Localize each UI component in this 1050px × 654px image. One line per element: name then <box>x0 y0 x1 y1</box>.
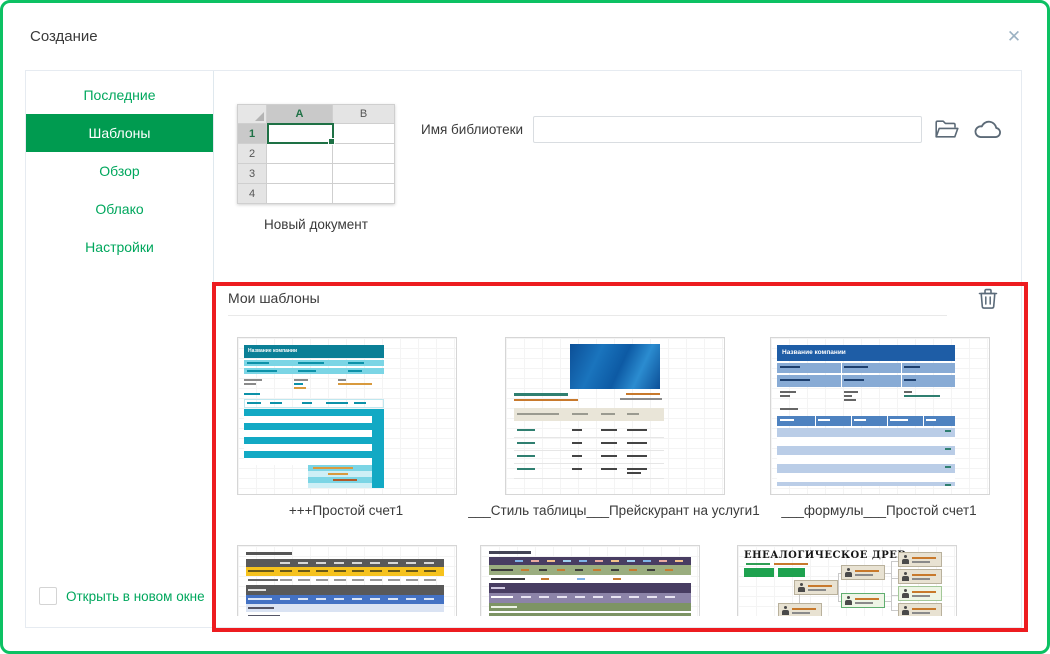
sidebar-item-recent[interactable]: Последние <box>26 76 213 114</box>
cell <box>267 184 333 204</box>
cell <box>267 164 333 184</box>
template-card-formulas-invoice[interactable]: Название компании <box>770 337 990 495</box>
cell <box>333 164 395 184</box>
new-document-thumbnail[interactable]: A B 1 2 3 4 <box>237 104 395 204</box>
my-templates-title: Мои шаблоны <box>228 290 320 306</box>
selected-cell-a1 <box>267 123 334 144</box>
cloud-icon[interactable] <box>972 117 1002 141</box>
template-thumbnail-art <box>481 546 699 616</box>
column-header-b: B <box>333 104 395 124</box>
cell <box>333 144 395 164</box>
new-document-label: Новый документ <box>237 217 395 232</box>
cell <box>267 144 333 164</box>
template-card-budget-purple[interactable] <box>480 545 700 616</box>
column-header-a: A <box>267 104 333 124</box>
template-thumbnail-art: Название компании <box>771 338 989 494</box>
sidebar-item-browse[interactable]: Обзор <box>26 152 213 190</box>
templates-row-2: ЕНЕАЛОГИЧЕСКОЕ ДРЕВ <box>213 545 1025 616</box>
trash-icon[interactable] <box>977 285 999 311</box>
thumbnail-header-text: Название компании <box>244 345 384 358</box>
template-name: ___формулы___Простой счет1 <box>769 503 989 523</box>
folder-icon[interactable] <box>934 118 960 140</box>
template-card-budget-yellow[interactable] <box>237 545 457 616</box>
row-header-1: 1 <box>237 124 267 144</box>
library-name-label: Имя библиотеки <box>421 122 523 137</box>
template-thumbnail-art <box>238 546 456 616</box>
template-card-price-list[interactable] <box>505 337 725 495</box>
section-divider <box>228 315 947 316</box>
select-all-corner <box>237 104 267 124</box>
sidebar-item-settings[interactable]: Настройки <box>26 228 213 266</box>
sidebar: Последние Шаблоны Обзор Облако Настройки… <box>26 71 214 627</box>
template-name: ___Стиль таблицы___Прейскурант на услуги… <box>444 503 784 523</box>
template-thumbnail-art <box>506 338 724 494</box>
thumbnail-header-text: Название компании <box>777 345 955 361</box>
sidebar-item-templates[interactable]: Шаблоны <box>26 114 213 152</box>
template-thumbnail-art: ЕНЕАЛОГИЧЕСКОЕ ДРЕВ <box>738 546 956 616</box>
row-header-3: 3 <box>237 164 267 184</box>
cell <box>333 184 395 204</box>
library-name-input[interactable] <box>533 116 922 143</box>
template-thumbnail-art: Название компании <box>238 338 456 494</box>
row-header-4: 4 <box>237 184 267 204</box>
cell <box>333 124 395 144</box>
template-name: +++Простой счет1 <box>236 503 456 523</box>
open-in-new-window-checkbox[interactable] <box>39 587 57 605</box>
open-in-new-window-label: Открыть в новом окне <box>66 589 205 604</box>
template-card-simple-invoice[interactable]: Название компании <box>237 337 457 495</box>
template-card-genealogy-tree[interactable]: ЕНЕАЛОГИЧЕСКОЕ ДРЕВ <box>737 545 957 616</box>
sidebar-item-cloud[interactable]: Облако <box>26 190 213 228</box>
row-header-2: 2 <box>237 144 267 164</box>
thumbnail-title-text: ЕНЕАЛОГИЧЕСКОЕ ДРЕВ <box>744 550 906 561</box>
close-icon[interactable]: ✕ <box>1001 24 1027 50</box>
window-title: Создание <box>30 28 98 45</box>
